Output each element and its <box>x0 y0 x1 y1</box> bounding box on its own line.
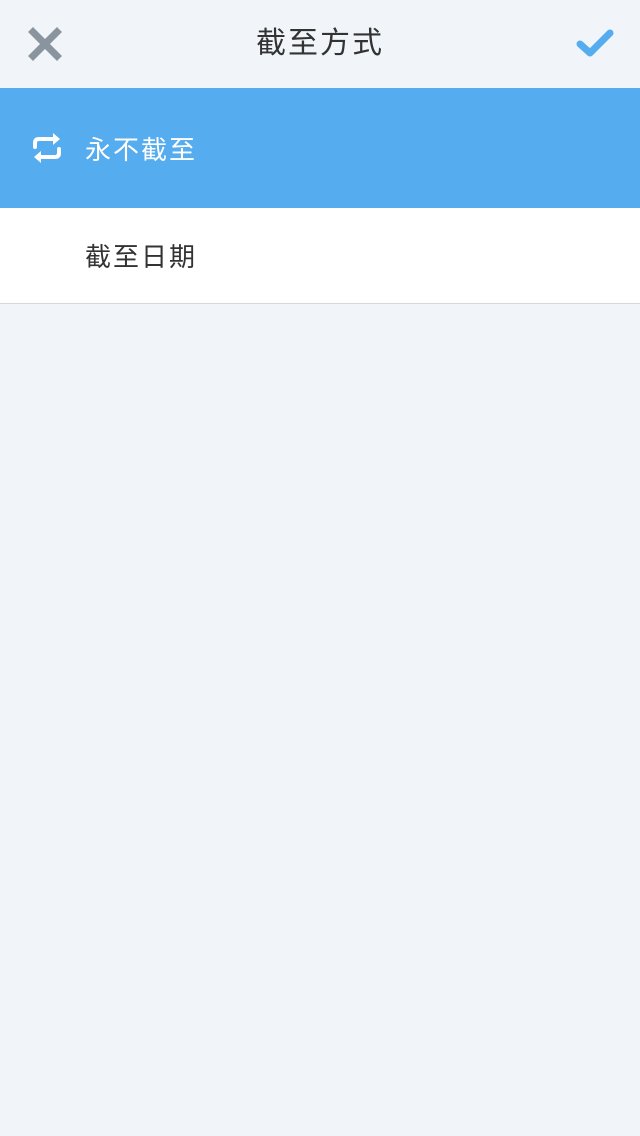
option-never-end[interactable]: 永不截至 <box>0 88 640 208</box>
screen: 截至方式 永不截至 截至日期 <box>0 0 640 1136</box>
navigation-bar: 截至方式 <box>0 0 640 88</box>
checkmark-icon <box>576 29 614 57</box>
option-end-date[interactable]: 截至日期 <box>0 208 640 304</box>
option-list: 永不截至 截至日期 <box>0 88 640 304</box>
option-label: 永不截至 <box>85 135 198 166</box>
repeat-icon <box>28 129 66 167</box>
confirm-button[interactable] <box>565 14 625 74</box>
page-title: 截至方式 <box>256 26 384 61</box>
option-label: 截至日期 <box>85 243 198 273</box>
